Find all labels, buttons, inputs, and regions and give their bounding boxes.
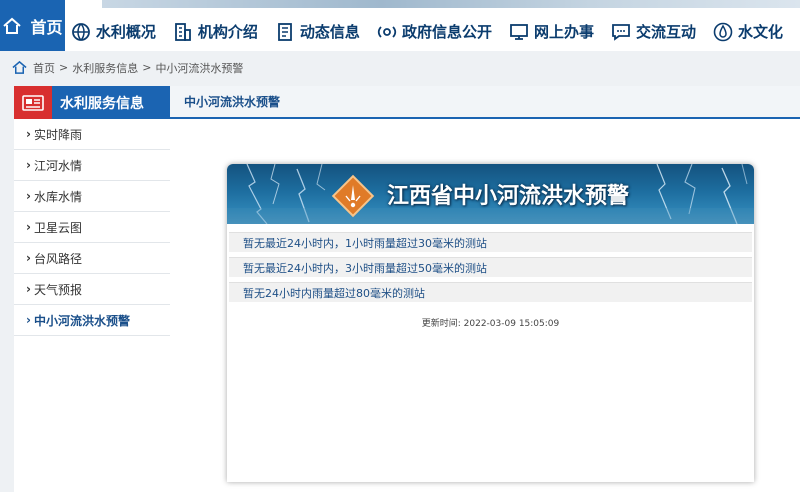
chevron-right-icon: ›	[26, 158, 31, 172]
chat-icon	[612, 23, 630, 41]
nav-item-label: 交流互动	[635, 23, 696, 41]
chevron-right-icon: ›	[26, 220, 31, 234]
nav-item-institutions[interactable]: 机构介绍	[173, 21, 258, 42]
sidebar-item-flood-warning[interactable]: › 中小河流洪水预警	[14, 305, 170, 336]
breadcrumb-level1[interactable]: 水利服务信息	[72, 60, 138, 76]
sidebar-item-weather-forecast[interactable]: › 天气预报	[14, 274, 170, 305]
building-icon	[175, 22, 191, 41]
broadcast-icon	[377, 25, 397, 38]
chevron-right-icon: ›	[26, 313, 31, 327]
sidebar-header: 水利服务信息	[14, 86, 170, 119]
nav-item-label: 网上办事	[533, 23, 594, 41]
chevron-right-icon: ›	[26, 127, 31, 141]
nav-item-water-culture[interactable]: 水文化	[713, 21, 783, 42]
sidebar-item-label: 江河水情	[33, 158, 82, 173]
nav-home-tab[interactable]: 首页	[0, 0, 65, 51]
update-time-label: 更新时间:	[421, 319, 461, 329]
warning-row: 暂无最近24小时内，3小时雨量超过50毫米的测站	[229, 257, 752, 277]
nav-home-label: 首页	[30, 17, 63, 37]
home-icon	[3, 17, 22, 34]
sidebar: 水利服务信息 › 实时降雨 › 江河水情 › 水库水情 › 卫星云图 › 台风路径 › 天气…	[14, 86, 170, 492]
nav-item-overview[interactable]: 水利概况	[71, 21, 156, 42]
sidebar-item-realtime-rain[interactable]: › 实时降雨	[14, 119, 170, 150]
nav-item-label: 水利概况	[95, 23, 156, 41]
nav-item-online-service[interactable]: 网上办事	[509, 21, 594, 42]
top-navigation: 首页 水利概况 机构介绍 动态信息 政府信息公开 网上办事 交流互动 水文化	[0, 0, 800, 51]
warning-row: 暂无最近24小时内，1小时雨量超过30毫米的测站	[229, 232, 752, 252]
chevron-right-icon: ›	[26, 282, 31, 296]
sidebar-item-label: 卫星云图	[33, 220, 82, 235]
sidebar-item-typhoon-track[interactable]: › 台风路径	[14, 243, 170, 274]
content-title: 中小河流洪水预警	[170, 86, 800, 119]
nav-item-label: 水文化	[737, 23, 783, 41]
nav-items: 水利概况 机构介绍 动态信息 政府信息公开 网上办事 交流互动 水文化	[65, 6, 800, 57]
sidebar-item-label: 天气预报	[33, 282, 82, 297]
sidebar-item-label: 实时降雨	[33, 127, 82, 142]
water-drop-icon	[713, 22, 733, 41]
breadcrumb-current: 中小河流洪水预警	[155, 61, 244, 75]
nav-item-label: 动态信息	[299, 23, 360, 41]
monitor-icon	[510, 23, 528, 40]
sidebar-title: 水利服务信息	[60, 95, 144, 112]
document-icon	[278, 22, 292, 41]
breadcrumb: 首页 > 水利服务信息 > 中小河流洪水预警	[0, 51, 800, 84]
sidebar-item-label: 中小河流洪水预警	[33, 313, 130, 328]
sidebar-item-river-water[interactable]: › 江河水情	[14, 150, 170, 181]
warning-row: 暂无24小时内雨量超过80毫米的测站	[229, 282, 752, 302]
warning-list: 暂无最近24小时内，1小时雨量超过30毫米的测站 暂无最近24小时内，3小时雨量…	[227, 224, 754, 302]
breadcrumb-separator: >	[142, 61, 152, 74]
breadcrumb-separator: >	[59, 61, 69, 74]
main-content: 中小河流洪水预警 江西省中小河流洪水预警 暂无最近24小时内，1小时雨量超过30…	[170, 86, 800, 492]
chevron-right-icon: ›	[26, 189, 31, 203]
sidebar-header-badge	[14, 86, 52, 119]
chevron-right-icon: ›	[26, 251, 31, 265]
sidebar-item-reservoir-water[interactable]: › 水库水情	[14, 181, 170, 212]
home-icon	[12, 60, 27, 74]
sidebar-item-label: 水库水情	[33, 189, 82, 204]
sidebar-item-label: 台风路径	[33, 251, 82, 266]
banner-title: 江西省中小河流洪水预警	[387, 184, 630, 209]
nav-banner-strip	[102, 0, 800, 8]
warning-banner: 江西省中小河流洪水预警	[227, 164, 754, 224]
sidebar-item-satellite-cloud[interactable]: › 卫星云图	[14, 212, 170, 243]
warning-icon	[331, 174, 375, 218]
nav-item-label: 政府信息公开	[401, 23, 492, 41]
breadcrumb-home[interactable]: 首页	[33, 60, 55, 76]
update-time-value: 2022-03-09 15:05:09	[463, 319, 560, 329]
newspaper-icon	[22, 94, 44, 111]
nav-item-label: 机构介绍	[197, 23, 258, 41]
update-time-line: 更新时间: 2022-03-09 15:05:09	[227, 316, 754, 329]
nav-item-news[interactable]: 动态信息	[275, 21, 360, 42]
globe-icon	[71, 22, 90, 41]
flood-warning-panel: 江西省中小河流洪水预警 暂无最近24小时内，1小时雨量超过30毫米的测站 暂无最…	[227, 164, 754, 482]
nav-item-gov-info[interactable]: 政府信息公开	[377, 21, 492, 42]
nav-item-interaction[interactable]: 交流互动	[611, 21, 696, 42]
